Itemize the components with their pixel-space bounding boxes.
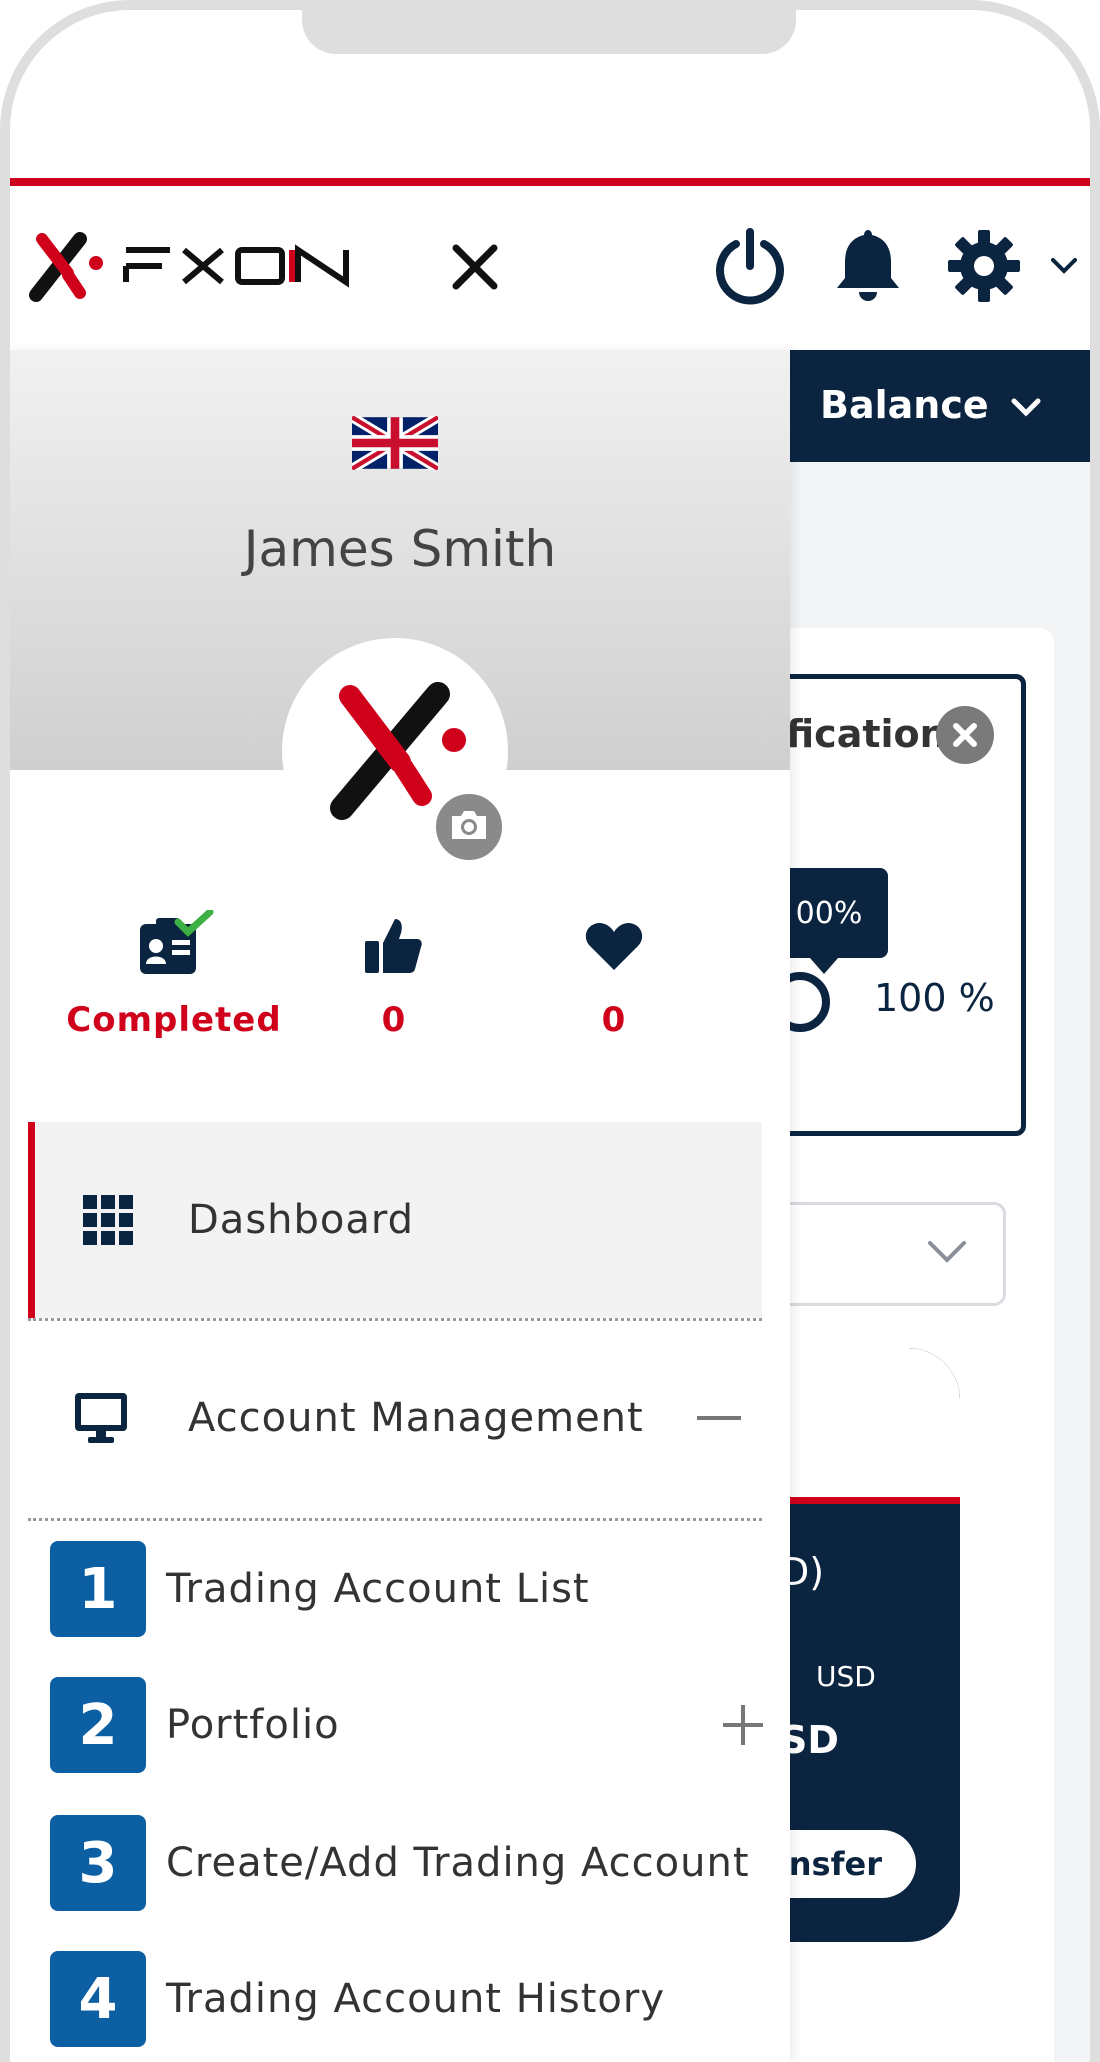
submenu-item-portfolio[interactable]: 2 Portfolio xyxy=(50,1676,766,1774)
likes-count: 0 xyxy=(381,1000,407,1040)
number-badge: 4 xyxy=(50,1951,146,2047)
number-badge: 1 xyxy=(50,1541,146,1637)
camera-icon xyxy=(448,808,490,846)
close-icon xyxy=(450,242,500,296)
chevron-down-icon xyxy=(1011,383,1041,427)
fxon-logo[interactable] xyxy=(28,226,388,306)
account-select[interactable] xyxy=(760,1202,1006,1306)
id-card-check-icon xyxy=(54,904,294,988)
progress-percent-label: 100 % xyxy=(874,976,995,1020)
chevron-down-icon xyxy=(927,1240,967,1268)
favorites-stat[interactable]: 0 xyxy=(494,904,734,1040)
notifications-button[interactable] xyxy=(828,226,908,310)
number-badge: 2 xyxy=(50,1677,146,1773)
close-icon[interactable] xyxy=(936,706,994,764)
power-icon xyxy=(712,226,788,310)
sidebar-item-dashboard[interactable]: Dashboard xyxy=(28,1122,762,1318)
fxon-wordmark xyxy=(123,244,349,288)
balance-dropdown-button[interactable]: Balance xyxy=(820,370,1041,440)
grid-icon xyxy=(79,1191,137,1249)
account-currency-label: USD xyxy=(816,1660,876,1693)
submenu-item-label: Create/Add Trading Account xyxy=(166,1840,750,1886)
accent-line xyxy=(10,178,1090,186)
submenu-item-label: Portfolio xyxy=(166,1702,340,1748)
bell-icon xyxy=(831,226,905,310)
thumbs-up-icon xyxy=(274,904,514,988)
plus-icon[interactable] xyxy=(720,1702,766,1748)
verification-status-value: Completed xyxy=(66,1000,282,1040)
submenu-item-label: Trading Account History xyxy=(166,1976,665,2022)
sidebar-item-label: Dashboard xyxy=(188,1197,415,1243)
fxon-logo-mark xyxy=(29,232,103,302)
close-menu-button[interactable] xyxy=(440,234,510,304)
sidebar-item-account-management[interactable]: Account Management xyxy=(28,1320,762,1516)
number-badge: 3 xyxy=(50,1815,146,1911)
submenu-item-label: Trading Account List xyxy=(166,1566,590,1612)
sidebar-item-label: Account Management xyxy=(188,1395,644,1441)
change-photo-button[interactable] xyxy=(432,790,506,864)
card-header xyxy=(760,1348,960,1504)
submenu-item-trading-account-list[interactable]: 1 Trading Account List xyxy=(50,1540,766,1638)
settings-dropdown-toggle[interactable] xyxy=(1044,248,1084,288)
gear-icon xyxy=(946,228,1022,308)
side-drawer: James Smith Completed 0 0 Dashboard Acco… xyxy=(10,350,790,2062)
uk-flag-icon xyxy=(349,412,441,474)
content-card-bottom xyxy=(780,1988,1024,2062)
submenu-item-trading-account-history[interactable]: 4 Trading Account History xyxy=(50,1950,766,2048)
divider xyxy=(28,1518,762,1521)
verification-title: fication xyxy=(786,712,947,756)
balance-label: Balance xyxy=(820,383,989,427)
minus-icon[interactable] xyxy=(696,1395,742,1441)
logout-button[interactable] xyxy=(710,226,790,310)
profile-stats: Completed 0 0 xyxy=(10,904,790,1084)
settings-button[interactable] xyxy=(944,226,1024,310)
phone-notch xyxy=(302,0,796,54)
submenu-item-create-add-trading-account[interactable]: 3 Create/Add Trading Account xyxy=(50,1814,766,1912)
user-name: James Smith xyxy=(243,520,557,578)
likes-stat[interactable]: 0 xyxy=(274,904,514,1040)
top-header xyxy=(10,186,1090,350)
favorites-count: 0 xyxy=(601,1000,627,1040)
heart-icon xyxy=(494,904,734,988)
chevron-down-icon xyxy=(1050,257,1078,279)
monitor-icon xyxy=(72,1389,130,1447)
verification-status[interactable]: Completed xyxy=(54,904,294,1040)
